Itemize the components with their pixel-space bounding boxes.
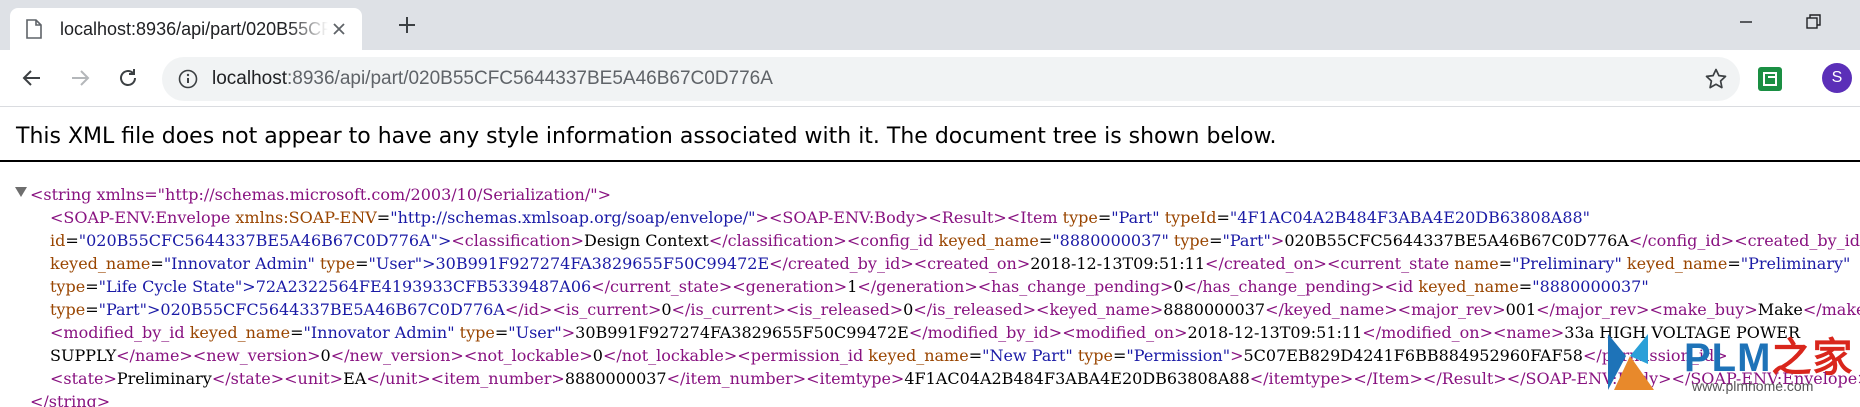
xml-root-open: <string xmlns="http://schemas.microsoft.… <box>30 183 611 206</box>
browser-toolbar: localhost:8936/api/part/020B55CFC5644337… <box>0 50 1860 107</box>
browser-tab[interactable]: localhost:8936/api/part/020B55CFC5644337… <box>10 8 362 50</box>
divider <box>0 160 1860 162</box>
url-text: localhost:8936/api/part/020B55CFC5644337… <box>212 68 773 90</box>
watermark-brand: PLM之家 <box>1684 325 1853 383</box>
tab-strip: localhost:8936/api/part/020B55CFC5644337… <box>0 0 1860 50</box>
xml-line: <state>Preliminary</state><unit>EA</unit… <box>50 369 1860 388</box>
xml-line: <SOAP-ENV:Envelope xmlns:SOAP-ENV="http:… <box>50 208 1591 227</box>
reload-icon[interactable] <box>110 60 146 96</box>
plus-icon[interactable] <box>392 10 422 40</box>
watermark-url: www.plmhome.com <box>1692 378 1814 394</box>
tab-title: localhost:8936/api/part/020B55CFC5644337… <box>60 18 328 39</box>
xml-line: SUPPLY</name><new_version>0</new_version… <box>50 346 1728 365</box>
xml-line: type="Life Cycle State">72A2322564FE4193… <box>50 277 1649 296</box>
xml-line: keyed_name="Innovator Admin" type="User"… <box>50 254 1851 273</box>
xml-root-close-text: </string> <box>30 392 111 407</box>
watermark-brand-latin: PLM <box>1684 336 1772 380</box>
address-bar[interactable]: localhost:8936/api/part/020B55CFC5644337… <box>162 57 1740 101</box>
close-icon[interactable] <box>328 18 350 40</box>
document-icon <box>26 19 44 39</box>
xml-style-info: This XML file does not appear to have an… <box>16 124 1277 149</box>
forward-icon[interactable] <box>62 60 98 96</box>
url-host: localhost <box>212 68 287 89</box>
xml-line: type="Part">020B55CFC5644337BE5A46B67C0D… <box>50 300 1860 319</box>
star-icon[interactable] <box>1704 67 1728 91</box>
avatar[interactable]: S <box>1822 63 1852 93</box>
watermark-brand-zh: 之家 <box>1771 336 1854 380</box>
xml-root-close: </string> <box>30 390 110 407</box>
collapse-toggle-icon[interactable] <box>15 187 27 197</box>
info-icon[interactable] <box>178 69 198 89</box>
restore-icon[interactable] <box>1784 4 1844 40</box>
xml-line: <modified_by_id keyed_name="Innovator Ad… <box>50 323 1801 342</box>
minimize-icon[interactable] <box>1716 4 1776 40</box>
extension-icon[interactable] <box>1756 65 1784 93</box>
xml-line: id="020B55CFC5644337BE5A46B67C0D776A"><c… <box>50 231 1860 250</box>
url-path: :8936/api/part/020B55CFC5644337BE5A46B67… <box>287 68 773 89</box>
xml-root-open-text: <string xmlns="http://schemas.microsoft.… <box>30 185 611 204</box>
back-icon[interactable] <box>14 60 50 96</box>
